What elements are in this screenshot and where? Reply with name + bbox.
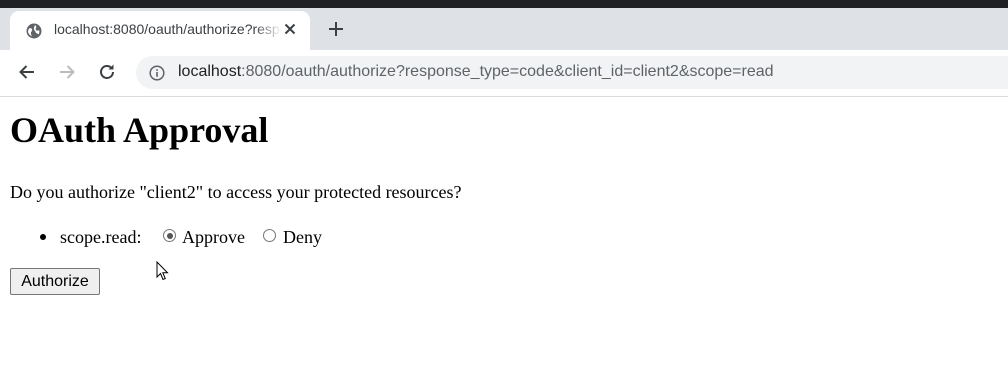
list-bullet <box>40 234 46 240</box>
tab-title: localhost:8080/oauth/authorize?response_… <box>54 21 282 37</box>
url-text: localhost:8080/oauth/authorize?response_… <box>178 63 774 81</box>
approve-label[interactable]: Approve <box>182 226 245 248</box>
info-icon[interactable] <box>149 65 165 81</box>
page-title: OAuth Approval <box>10 110 269 150</box>
deny-radio[interactable] <box>263 229 276 242</box>
authorization-question: Do you authorize "client2" to access you… <box>10 182 462 202</box>
reload-icon[interactable] <box>97 62 117 82</box>
address-bar[interactable]: localhost:8080/oauth/authorize?response_… <box>136 56 1008 89</box>
approve-radio[interactable] <box>163 229 176 242</box>
scope-label: scope.read: <box>60 227 142 247</box>
browser-tab[interactable]: localhost:8080/oauth/authorize?response_… <box>10 11 310 50</box>
globe-icon <box>26 23 42 39</box>
url-host: localhost <box>178 63 242 80</box>
mouse-cursor-icon <box>156 261 169 281</box>
authorize-button[interactable]: Authorize <box>10 268 100 295</box>
arrow-left-icon[interactable] <box>17 62 37 82</box>
tab-bar: localhost:8080/oauth/authorize?response_… <box>0 8 1008 50</box>
deny-label[interactable]: Deny <box>283 226 322 248</box>
plus-icon[interactable] <box>326 19 346 39</box>
window-top-strip <box>0 0 1008 8</box>
url-path: :8080/oauth/authorize?response_type=code… <box>241 63 774 80</box>
close-icon[interactable] <box>282 21 298 37</box>
page-content: OAuth Approval Do you authorize "client2… <box>0 97 1008 377</box>
browser-toolbar: localhost:8080/oauth/authorize?response_… <box>0 50 1008 97</box>
browser-window: localhost:8080/oauth/authorize?response_… <box>0 0 1008 377</box>
arrow-right-icon[interactable] <box>57 62 77 82</box>
